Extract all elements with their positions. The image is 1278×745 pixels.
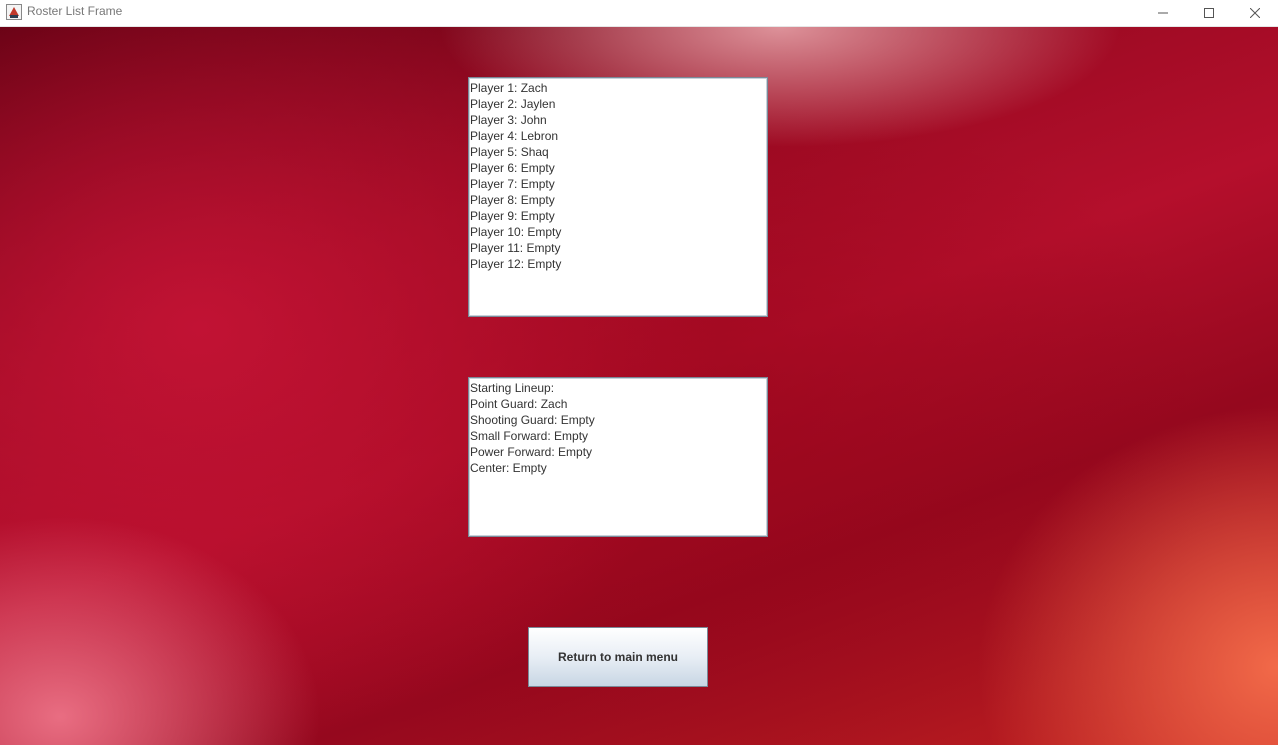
lineup-line: Point Guard: Zach [470,397,568,411]
minimize-icon [1158,8,1168,18]
roster-line: Player 9: Empty [470,209,555,223]
roster-panel: Player 1: Zach Player 2: Jaylen Player 3… [0,27,1278,745]
lineup-heading: Starting Lineup: [470,381,555,395]
lineup-line: Center: Empty [470,461,547,475]
roster-line: Player 7: Empty [470,177,555,191]
minimize-button[interactable] [1140,0,1186,26]
maximize-button[interactable] [1186,0,1232,26]
close-button[interactable] [1232,0,1278,26]
roster-line: Player 8: Empty [470,193,555,207]
roster-line: Player 10: Empty [470,225,562,239]
return-to-main-menu-button[interactable]: Return to main menu [528,627,708,687]
roster-line: Player 5: Shaq [470,145,549,159]
roster-text-area[interactable]: Player 1: Zach Player 2: Jaylen Player 3… [468,77,768,317]
roster-line: Player 2: Jaylen [470,97,556,111]
roster-line: Player 1: Zach [470,81,548,95]
lineup-line: Power Forward: Empty [470,445,593,459]
window-title: Roster List Frame [27,4,123,18]
roster-line: Player 6: Empty [470,161,555,175]
maximize-icon [1204,8,1214,18]
roster-line: Player 4: Lebron [470,129,559,143]
lineup-line: Small Forward: Empty [470,429,589,443]
title-bar: Roster List Frame [0,0,1278,27]
roster-line: Player 12: Empty [470,257,562,271]
roster-line: Player 3: John [470,113,547,127]
lineup-text-area[interactable]: Starting Lineup: Point Guard: Zach Shoot… [468,377,768,537]
java-app-icon [6,4,22,20]
close-icon [1250,8,1260,18]
roster-line: Player 11: Empty [470,241,561,255]
lineup-line: Shooting Guard: Empty [470,413,595,427]
